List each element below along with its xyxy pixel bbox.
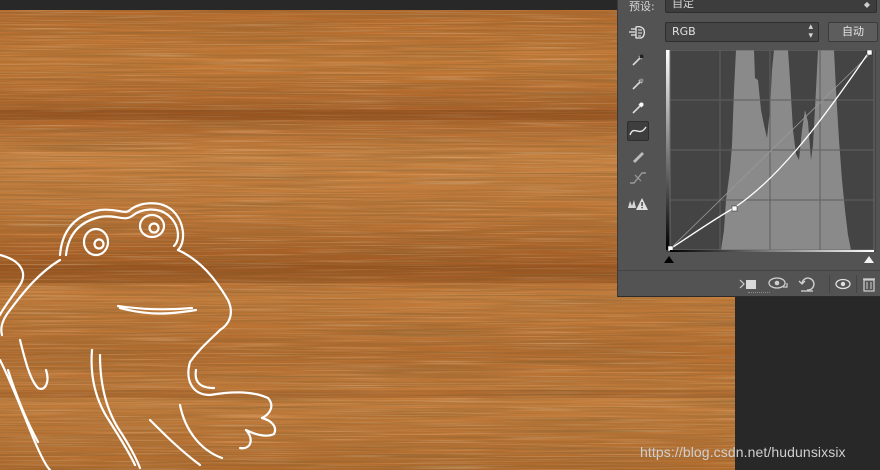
white-input-slider[interactable] [864, 256, 874, 263]
curve-point-white [866, 49, 873, 56]
chevron-updown-icon: ◆ [863, 0, 870, 9]
input-sliders [664, 254, 876, 264]
preset-dropdown[interactable]: 自定 ◆ [665, 0, 877, 13]
trash-icon[interactable] [856, 275, 876, 293]
preset-label: 预设: [629, 0, 655, 13]
curve-edit-icon[interactable] [627, 121, 649, 141]
channel-row: RGB ▴ ▾ 自动 [618, 20, 880, 44]
photoshop-workspace: 预设: 自定 ◆ RGB ▴ ▾ 自动 https://blog.csdn.ne… [0, 0, 880, 470]
eyedropper-white-icon[interactable] [627, 98, 649, 118]
reset-icon[interactable] [797, 275, 817, 293]
visibility-eye-icon[interactable] [829, 275, 851, 293]
curve-graph[interactable] [666, 49, 876, 252]
eyedropper-black-icon[interactable] [627, 50, 649, 70]
chevron-updown-icon: ▴ ▾ [808, 22, 813, 41]
auto-button[interactable]: 自动 [828, 22, 878, 42]
clip-to-layer-icon[interactable] [738, 275, 758, 293]
channel-dropdown[interactable]: RGB ▴ ▾ [665, 22, 819, 42]
watermark-url: https://blog.csdn.net/hudunsixsix [640, 444, 846, 460]
clipping-warning-icon[interactable] [627, 194, 649, 214]
channel-value: RGB [672, 25, 696, 38]
resize-grip[interactable] [748, 292, 770, 294]
preset-value: 自定 [672, 0, 694, 10]
preset-row: 预设: 自定 ◆ [618, 0, 880, 17]
black-input-slider[interactable] [664, 256, 674, 263]
pencil-icon[interactable] [627, 146, 649, 166]
on-image-adjust-hand-icon[interactable] [627, 23, 647, 41]
panel-bottom-toolbar [618, 270, 880, 296]
curve-point-mid [731, 205, 738, 212]
view-previous-icon[interactable] [768, 275, 788, 293]
smooth-icon[interactable] [627, 168, 649, 188]
curves-properties-panel: 预设: 自定 ◆ RGB ▴ ▾ 自动 [617, 0, 880, 297]
eyedropper-gray-icon[interactable] [627, 74, 649, 94]
